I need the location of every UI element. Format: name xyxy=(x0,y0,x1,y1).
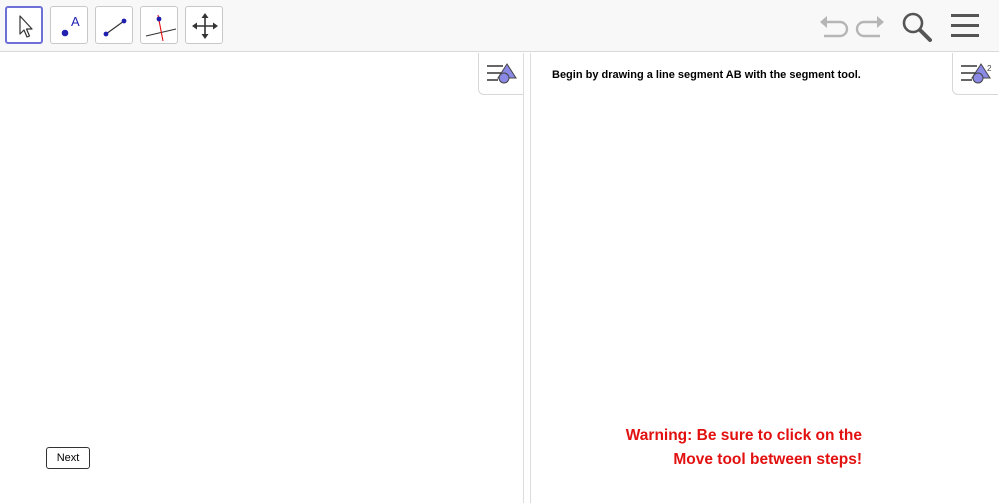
next-button[interactable]: Next xyxy=(46,447,90,469)
style-bar-badge: 2 xyxy=(987,64,992,73)
warning-line-2: Move tool between steps! xyxy=(673,451,862,468)
segment-tool-button[interactable] xyxy=(95,6,133,44)
perpendicular-line-tool-button[interactable] xyxy=(140,6,178,44)
pointer-arrow-icon xyxy=(19,15,33,38)
segment-icon xyxy=(103,18,127,37)
point-label-a: A xyxy=(71,14,80,29)
perpendicular-line-icon xyxy=(145,14,177,42)
menu-icon[interactable] xyxy=(950,12,980,40)
point-icon: A xyxy=(61,14,80,37)
warning-line-1: Warning: Be sure to click on the xyxy=(625,427,862,444)
style-bar-icon xyxy=(487,63,517,84)
toolbar: A xyxy=(0,0,999,52)
style-bar-icon: 2 xyxy=(961,63,992,84)
search-icon[interactable] xyxy=(900,10,934,44)
panel-divider[interactable] xyxy=(523,53,531,503)
move-tool-button[interactable] xyxy=(5,6,43,44)
instruction-text: Begin by drawing a line segment AB with … xyxy=(552,69,861,81)
style-bar-toggle-2[interactable]: 2 xyxy=(952,53,998,95)
redo-icon[interactable] xyxy=(854,12,886,42)
move-graphics-view-icon xyxy=(192,13,218,39)
undo-icon[interactable] xyxy=(818,12,850,42)
style-bar-toggle-1[interactable] xyxy=(478,53,524,95)
warning-text: Warning: Be sure to click on the Move to… xyxy=(580,424,862,472)
move-graphics-view-tool-button[interactable] xyxy=(185,6,223,44)
point-tool-button[interactable]: A xyxy=(50,6,88,44)
graphics-view-1[interactable] xyxy=(0,53,523,503)
